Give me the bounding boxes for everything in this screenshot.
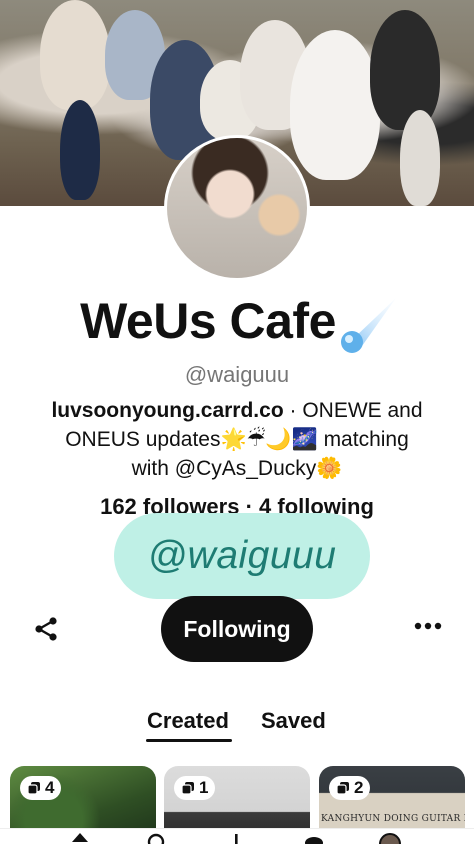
board-count-badge: 1 bbox=[174, 776, 216, 800]
board-count: 2 bbox=[354, 778, 364, 797]
profile-avatar[interactable] bbox=[164, 135, 310, 281]
profile-tabs: Created Saved bbox=[0, 708, 474, 748]
more-icon bbox=[414, 622, 442, 630]
bio-text-1: · ONEWE and bbox=[283, 399, 423, 422]
following-button[interactable]: Following bbox=[161, 596, 313, 662]
active-tab-indicator bbox=[146, 739, 232, 742]
profile-bio: luvsoonyoung.carrd.co · ONEWE and ONEUS … bbox=[30, 396, 444, 483]
profile-name: WeUs Cafe bbox=[0, 292, 474, 350]
share-icon bbox=[35, 617, 57, 641]
board-caption: KANGHYUN DOING GUITAR RIFFS bbox=[321, 814, 465, 824]
bio-link[interactable]: luvsoonyoung.carrd.co bbox=[51, 399, 283, 422]
board-count: 1 bbox=[199, 778, 209, 797]
create-icon[interactable] bbox=[226, 831, 246, 844]
watermark-overlay: @waiguuu bbox=[114, 513, 370, 599]
bio-text-3: with @CyAs_Ducky🌼 bbox=[131, 457, 343, 480]
tab-saved[interactable]: Saved bbox=[261, 708, 326, 734]
board-stack-icon bbox=[336, 782, 349, 795]
messages-icon[interactable] bbox=[304, 831, 324, 849]
more-options-button[interactable] bbox=[410, 612, 446, 640]
share-button[interactable] bbox=[30, 612, 64, 646]
board-count: 4 bbox=[45, 778, 55, 797]
comet-icon bbox=[336, 294, 400, 354]
board-stack-icon bbox=[181, 782, 194, 795]
profile-handle: @waiguuu bbox=[184, 362, 290, 387]
profile-name-text: WeUs Cafe bbox=[80, 293, 336, 349]
board-stack-icon bbox=[27, 782, 40, 795]
bio-text-2: ONEUS updates🌟☔🌙🌌 matching bbox=[65, 428, 409, 451]
search-icon[interactable] bbox=[146, 831, 166, 849]
tab-created[interactable]: Created bbox=[147, 708, 229, 734]
profile-nav-avatar[interactable] bbox=[378, 831, 402, 849]
board-count-badge: 4 bbox=[20, 776, 62, 800]
home-icon[interactable] bbox=[70, 831, 90, 843]
board-count-badge: 2 bbox=[329, 776, 371, 800]
bottom-nav bbox=[0, 828, 474, 849]
